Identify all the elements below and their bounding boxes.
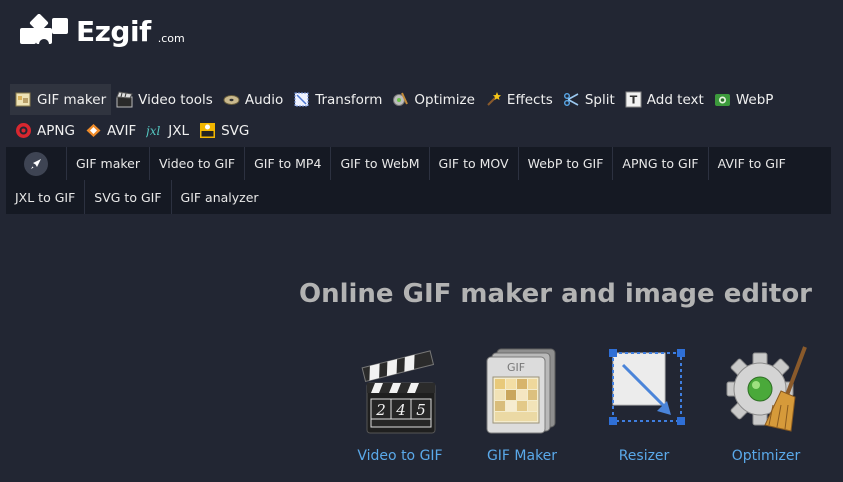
nav-item-svg[interactable]: SVG [194, 115, 254, 146]
nav-item-video-tools[interactable]: Video tools [111, 84, 218, 115]
page-title: Online GIF maker and image editor [298, 279, 812, 309]
resize-frame-icon [609, 349, 685, 425]
subnav-gif-maker[interactable]: GIF maker [67, 147, 150, 180]
subnav-gif-to-mov[interactable]: GIF to MOV [430, 147, 519, 180]
audio-icon [223, 95, 240, 105]
tool-label[interactable]: Resizer [584, 448, 704, 464]
nav-label: WebP [735, 91, 774, 108]
nav-label: AVIF [106, 122, 137, 139]
nav-item-optimize[interactable]: Optimize [387, 84, 480, 115]
subnav-jxl-to-gif[interactable]: JXL to GIF [6, 180, 86, 214]
nav-label: Video tools [138, 91, 213, 108]
nav-label: JXL [168, 122, 190, 139]
main-nav: GIF maker Video tools Audio Transform Op… [10, 84, 830, 146]
page: Ezgif .com GIF maker Video tools Audio T… [0, 0, 843, 482]
tool-resizer[interactable]: Resizer [584, 345, 704, 464]
subnav-gif-analyzer[interactable]: GIF analyzer [172, 180, 268, 214]
logo-text: Ezgif [76, 15, 151, 48]
nav-label: SVG [221, 122, 250, 139]
nav-item-transform[interactable]: Transform [288, 84, 387, 115]
rocket-icon [31, 158, 41, 169]
subnav-video-to-gif[interactable]: Video to GIF [150, 147, 246, 180]
nav-item-effects[interactable]: Effects [480, 84, 558, 115]
home-badge [24, 151, 48, 176]
avif-icon [86, 124, 101, 137]
jxl-icon: jxl [146, 124, 160, 138]
home-button[interactable] [6, 147, 67, 180]
nav-item-jxl[interactable]: jxl JXL [141, 115, 194, 146]
nav-item-split[interactable]: Split [558, 84, 620, 115]
text-icon: T [625, 91, 642, 108]
nav-item-gif-maker[interactable]: GIF maker [10, 84, 112, 115]
nav-label: Audio [244, 91, 284, 108]
clap-number: 5 [416, 401, 426, 419]
clapperboard-icon: 2 4 5 [361, 350, 436, 434]
tool-optimizer[interactable]: Optimizer [706, 345, 826, 464]
main-nav-row-2: APNG AVIF jxl JXL SVG [10, 115, 830, 146]
gif-maker-icon [15, 92, 31, 107]
puzzle-logo-icon [20, 14, 68, 49]
subnav-gif-to-webm[interactable]: GIF to WebM [331, 147, 430, 180]
subnav-avif-to-gif[interactable]: AVIF to GIF [709, 147, 795, 180]
nav-label: Transform [315, 91, 383, 108]
effects-icon [487, 92, 501, 106]
main-nav-row-1: GIF maker Video tools Audio Transform Op… [10, 84, 830, 115]
gif-badge-text: GIF [507, 361, 525, 374]
apng-icon [16, 123, 31, 138]
nav-item-webp[interactable]: WebP [709, 84, 779, 115]
tool-label[interactable]: Optimizer [706, 448, 826, 464]
film-icon [116, 91, 133, 108]
subnav-gif-to-mp4[interactable]: GIF to MP4 [245, 147, 332, 180]
subnav-webp-to-gif[interactable]: WebP to GIF [519, 147, 614, 180]
nav-label: Effects [506, 91, 553, 108]
webp-icon [714, 94, 730, 106]
nav-item-audio[interactable]: Audio [218, 84, 288, 115]
subnav-apng-to-gif[interactable]: APNG to GIF [613, 147, 709, 180]
nav-label: Optimize [414, 91, 475, 108]
clap-number: 2 [375, 401, 386, 419]
sub-nav-row-1: GIF maker Video to GIF GIF to MP4 GIF to… [6, 147, 831, 180]
nav-label: APNG [37, 122, 75, 139]
gear-broom-icon [726, 346, 807, 432]
tool-label[interactable]: GIF Maker [462, 448, 582, 464]
clap-number: 4 [395, 401, 406, 419]
tool-video-to-gif[interactable]: 2 4 5 Video to GIF [340, 345, 460, 464]
sub-nav-row-2: JXL to GIF SVG to GIF GIF analyzer [6, 180, 831, 214]
sub-nav: GIF maker Video to GIF GIF to MP4 GIF to… [6, 147, 831, 214]
nav-item-avif[interactable]: AVIF [80, 115, 141, 146]
gif-stack-icon: GIF [486, 348, 556, 434]
logo-tld: .com [157, 31, 185, 45]
site-logo[interactable]: Ezgif .com [18, 14, 185, 50]
scissors-icon [563, 93, 579, 106]
nav-label: GIF maker [37, 91, 107, 108]
tool-gif-maker[interactable]: GIF GIF Maker [462, 345, 582, 464]
nav-item-apng[interactable]: APNG [10, 115, 80, 146]
svg-icon [200, 123, 216, 138]
nav-item-add-text[interactable]: T Add text [620, 84, 709, 115]
optimize-icon [393, 92, 409, 106]
subnav-svg-to-gif[interactable]: SVG to GIF [85, 180, 172, 214]
tool-label[interactable]: Video to GIF [340, 448, 460, 464]
svg-text:jxl: jxl [146, 124, 160, 138]
nav-label: Split [584, 91, 615, 108]
nav-label: Add text [646, 91, 704, 108]
svg-text:T: T [629, 94, 637, 107]
transform-icon [294, 92, 309, 107]
